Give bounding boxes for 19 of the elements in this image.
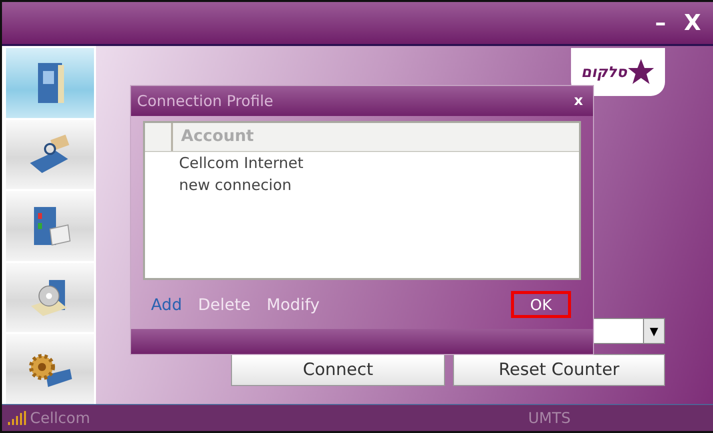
sidebar-button[interactable] [6,48,94,118]
dialog-title: Connection Profile [137,92,274,110]
close-button[interactable]: X [682,10,703,36]
star-icon [626,58,655,86]
sidebar-button[interactable] [6,191,94,261]
close-button[interactable]: x [572,93,585,109]
ok-button[interactable]: OK [511,291,571,318]
sidebar-button[interactable] [6,334,94,404]
signal-icon [8,411,26,425]
sidebar-button[interactable] [6,262,94,332]
logo-text: סלקום [581,63,627,81]
minimize-button[interactable]: – [653,10,668,36]
sidebar-button[interactable] [6,120,94,190]
network-type: UMTS [528,409,571,427]
operator-name: Cellcom [30,409,90,427]
list-item[interactable]: new connecion [145,174,579,196]
reset-counter-button[interactable]: Reset Counter [453,354,665,386]
list-item[interactable]: Cellcom Internet [145,152,579,174]
connect-button[interactable]: Connect [231,354,445,386]
